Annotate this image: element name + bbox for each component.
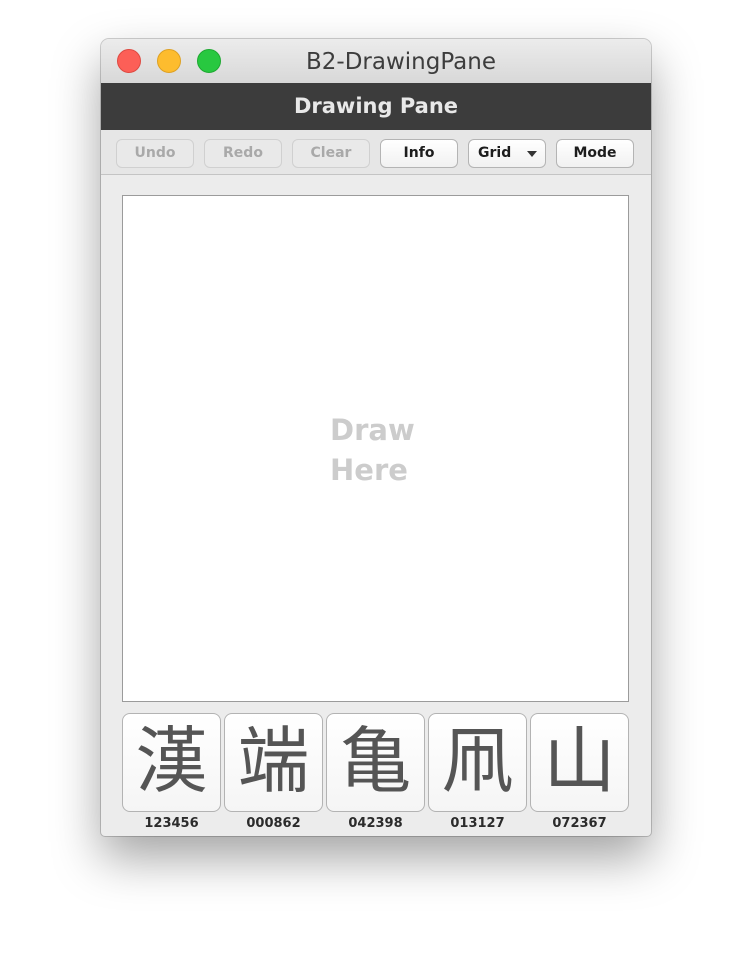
candidate-glyph[interactable]: 山 [530, 713, 629, 812]
candidate-code: 000862 [246, 816, 301, 831]
grid-select[interactable]: Grid [468, 139, 546, 168]
placeholder-line-2: Here [330, 453, 408, 487]
candidate-item[interactable]: 端 000862 [224, 713, 323, 831]
mode-button[interactable]: Mode [556, 139, 634, 168]
redo-button[interactable]: Redo [204, 139, 282, 168]
candidate-item[interactable]: 山 072367 [530, 713, 629, 831]
candidate-glyph[interactable]: 漢 [122, 713, 221, 812]
drawing-canvas[interactable]: Draw Here [122, 195, 629, 702]
candidate-glyph[interactable]: 亀 [326, 713, 425, 812]
canvas-placeholder: Draw Here [330, 410, 450, 490]
candidate-item[interactable]: 亀 042398 [326, 713, 425, 831]
candidate-code: 072367 [552, 816, 607, 831]
candidate-glyph[interactable]: 凧 [428, 713, 527, 812]
candidate-code: 123456 [144, 816, 199, 831]
chevron-down-icon [527, 151, 537, 157]
candidate-item[interactable]: 凧 013127 [428, 713, 527, 831]
candidate-glyph[interactable]: 端 [224, 713, 323, 812]
app-window: B2-DrawingPane Drawing Pane Undo Redo Cl… [101, 39, 651, 836]
placeholder-line-1: Draw [330, 413, 415, 447]
candidate-code: 013127 [450, 816, 505, 831]
pane-header: Drawing Pane [101, 83, 651, 130]
candidate-list: 漢 123456 端 000862 亀 042398 凧 013127 山 07… [101, 713, 651, 836]
candidate-code: 042398 [348, 816, 403, 831]
title-bar[interactable]: B2-DrawingPane [101, 39, 651, 84]
toolbar: Undo Redo Clear Info Grid Mode [101, 130, 651, 175]
clear-button[interactable]: Clear [292, 139, 370, 168]
undo-button[interactable]: Undo [116, 139, 194, 168]
info-button[interactable]: Info [380, 139, 458, 168]
candidate-item[interactable]: 漢 123456 [122, 713, 221, 831]
grid-select-label: Grid [478, 145, 512, 161]
window-title: B2-DrawingPane [305, 49, 496, 75]
